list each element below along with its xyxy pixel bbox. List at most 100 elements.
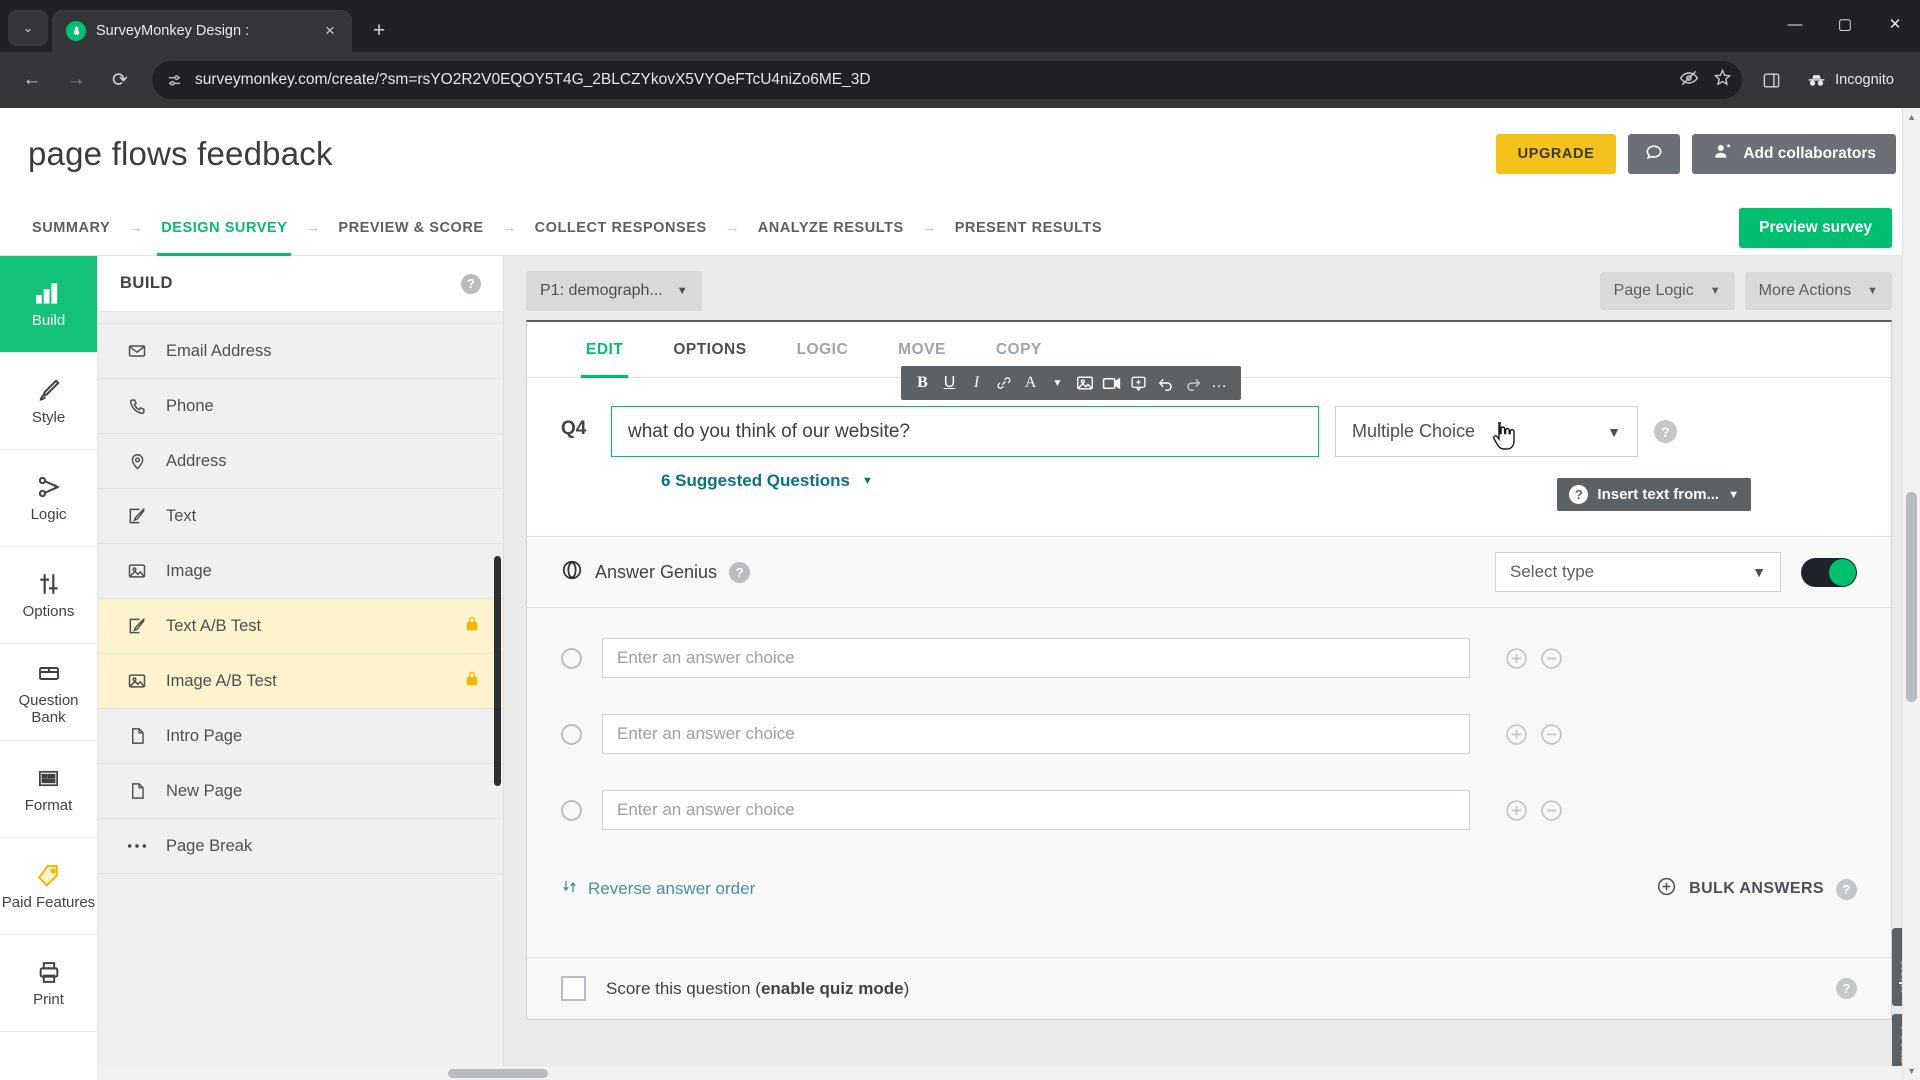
redo-icon[interactable] <box>1179 366 1206 400</box>
incognito-indicator[interactable]: Incognito <box>1792 62 1908 98</box>
answer-choice-input[interactable]: Enter an answer choice <box>602 638 1470 678</box>
undo-icon[interactable] <box>1152 366 1179 400</box>
build-item-text-ab-test[interactable]: Text A/B Test <box>98 599 503 654</box>
insert-text-from-button[interactable]: ? Insert text from... ▼ <box>1557 478 1751 511</box>
preview-survey-button[interactable]: Preview survey <box>1739 207 1892 248</box>
rail-item-build[interactable]: Build <box>0 256 97 353</box>
maximize-icon[interactable]: ▢ <box>1820 0 1870 48</box>
rail-item-style[interactable]: Style <box>0 353 97 450</box>
insert-box-icon[interactable] <box>1125 366 1152 400</box>
upgrade-button[interactable]: UPGRADE <box>1495 134 1617 174</box>
build-item-text[interactable]: Text <box>98 489 503 544</box>
tab-collect-responses[interactable]: COLLECT RESPONSES <box>531 200 711 256</box>
tab-design-survey[interactable]: DESIGN SURVEY <box>157 200 292 256</box>
horizontal-scrollbar[interactable] <box>98 1066 1902 1080</box>
add-choice-icon[interactable] <box>1504 798 1529 823</box>
rail-item-options[interactable]: Options <box>0 547 97 644</box>
font-color-icon[interactable]: A <box>1017 366 1044 400</box>
feedback-button[interactable] <box>1628 134 1681 174</box>
tab-preview-score[interactable]: PREVIEW & SCORE <box>334 200 487 256</box>
tab-summary[interactable]: SUMMARY <box>28 200 114 256</box>
score-question-checkbox[interactable] <box>561 976 586 1001</box>
build-item-intro-page[interactable]: Intro Page <box>98 709 503 764</box>
back-button[interactable]: ← <box>12 60 52 100</box>
reverse-answer-order-button[interactable]: Reverse answer order <box>561 878 755 900</box>
reload-button[interactable]: ⟳ <box>100 60 140 100</box>
answer-choice-input[interactable]: Enter an answer choice <box>602 790 1470 830</box>
header-actions: UPGRADE Add collaborators <box>1495 134 1896 174</box>
bold-icon[interactable]: B <box>909 366 936 400</box>
build-item-image-ab-test[interactable]: Image A/B Test <box>98 654 503 709</box>
answer-choice-input[interactable]: Enter an answer choice <box>602 714 1470 754</box>
build-item-image[interactable]: Image <box>98 544 503 599</box>
rail-item-print[interactable]: Print <box>0 935 97 1032</box>
link-icon[interactable] <box>990 366 1017 400</box>
question-type-help-icon[interactable]: ? <box>1654 420 1677 443</box>
page-scrollbar-thumb[interactable] <box>1906 492 1917 702</box>
horizontal-scrollbar-thumb[interactable] <box>448 1069 548 1078</box>
help-icon[interactable]: ? <box>1836 978 1857 999</box>
build-item-email-address[interactable]: Email Address <box>98 324 503 379</box>
answer-genius-toggle[interactable] <box>1801 557 1857 587</box>
question-text-input[interactable] <box>611 406 1319 457</box>
build-item-address[interactable]: Address <box>98 434 503 489</box>
scroll-down-icon[interactable]: ▼ <box>1907 1066 1916 1076</box>
close-icon[interactable]: × <box>318 19 342 43</box>
rail-label: Print <box>33 991 64 1009</box>
eye-off-icon[interactable] <box>1679 68 1699 93</box>
rail-item-logic[interactable]: Logic <box>0 450 97 547</box>
browser-toolbar: ← → ⟳ surveymonkey.com/create/?sm=rsYO2R… <box>0 52 1920 108</box>
remove-choice-icon[interactable] <box>1539 646 1564 671</box>
rail-item-format[interactable]: Format <box>0 741 97 838</box>
help-icon[interactable]: ? <box>1836 878 1857 900</box>
minimize-icon[interactable]: — <box>1770 0 1820 48</box>
suggested-questions-link[interactable]: 6 Suggested Questions ▼ <box>661 471 1319 491</box>
new-tab-button[interactable]: + <box>362 14 396 48</box>
tab-present-results[interactable]: PRESENT RESULTS <box>951 200 1106 256</box>
build-item-phone[interactable]: Phone <box>98 379 503 434</box>
page-title[interactable]: page flows feedback <box>28 135 333 173</box>
insert-image-icon[interactable] <box>1071 366 1098 400</box>
remove-choice-icon[interactable] <box>1539 722 1564 747</box>
italic-icon[interactable]: I <box>963 366 990 400</box>
star-icon[interactable] <box>1713 68 1732 92</box>
workspace: Build Style Logic Options Question Bank … <box>0 256 1920 1080</box>
qtab-options[interactable]: OPTIONS <box>648 322 771 378</box>
tune-icon[interactable] <box>166 72 183 89</box>
bulk-answers-button[interactable]: BULK ANSWERS ? <box>1656 876 1857 902</box>
qtab-logic[interactable]: LOGIC <box>772 322 874 378</box>
more-actions-dropdown[interactable]: More Actions ▼ <box>1744 272 1892 310</box>
add-choice-icon[interactable] <box>1504 646 1529 671</box>
add-choice-icon[interactable] <box>1504 722 1529 747</box>
side-panel-icon[interactable] <box>1754 63 1788 97</box>
answer-choice-controls <box>1504 798 1564 823</box>
answer-genius-label: Answer Genius <box>595 561 718 582</box>
underline-icon[interactable]: U <box>936 366 963 400</box>
forward-button[interactable]: → <box>56 60 96 100</box>
tab-search-button[interactable]: ⌄ <box>8 10 48 46</box>
question-type-dropdown[interactable]: Multiple Choice ▼ <box>1335 406 1638 457</box>
add-collaborators-button[interactable]: Add collaborators <box>1692 134 1896 174</box>
close-window-icon[interactable]: ✕ <box>1870 0 1920 48</box>
rail-item-question-bank[interactable]: Question Bank <box>0 644 97 741</box>
page-scrollbar[interactable]: ▲ ▼ <box>1902 108 1920 1080</box>
address-bar[interactable]: surveymonkey.com/create/?sm=rsYO2R2V0EQO… <box>152 61 1743 99</box>
page-logic-dropdown[interactable]: Page Logic ▼ <box>1599 272 1735 310</box>
page-selector-dropdown[interactable]: P1: demograph... ▼ <box>526 271 702 311</box>
help-icon[interactable]: ? <box>729 561 751 583</box>
select-type-dropdown[interactable]: Select type ▼ <box>1495 552 1781 592</box>
help-icon[interactable]: ? <box>461 273 481 294</box>
rail-item-paid-features[interactable]: Paid Features <box>0 838 97 935</box>
build-item-new-page[interactable]: New Page <box>98 764 503 819</box>
more-icon[interactable]: … <box>1206 366 1233 400</box>
chevron-down-icon[interactable]: ▼ <box>1044 366 1071 400</box>
qtab-edit[interactable]: EDIT <box>561 322 648 378</box>
build-item-page-break[interactable]: Page Break <box>98 819 503 874</box>
build-panel: BUILD ? Email Address Phone Address Text… <box>98 256 504 1080</box>
build-panel-scrollbar[interactable] <box>494 556 501 786</box>
remove-choice-icon[interactable] <box>1539 798 1564 823</box>
insert-video-icon[interactable] <box>1098 366 1125 400</box>
tab-analyze-results[interactable]: ANALYZE RESULTS <box>754 200 908 256</box>
scroll-up-icon[interactable]: ▲ <box>1907 112 1916 122</box>
browser-tab[interactable]: SurveyMonkey Design : × <box>52 10 352 52</box>
